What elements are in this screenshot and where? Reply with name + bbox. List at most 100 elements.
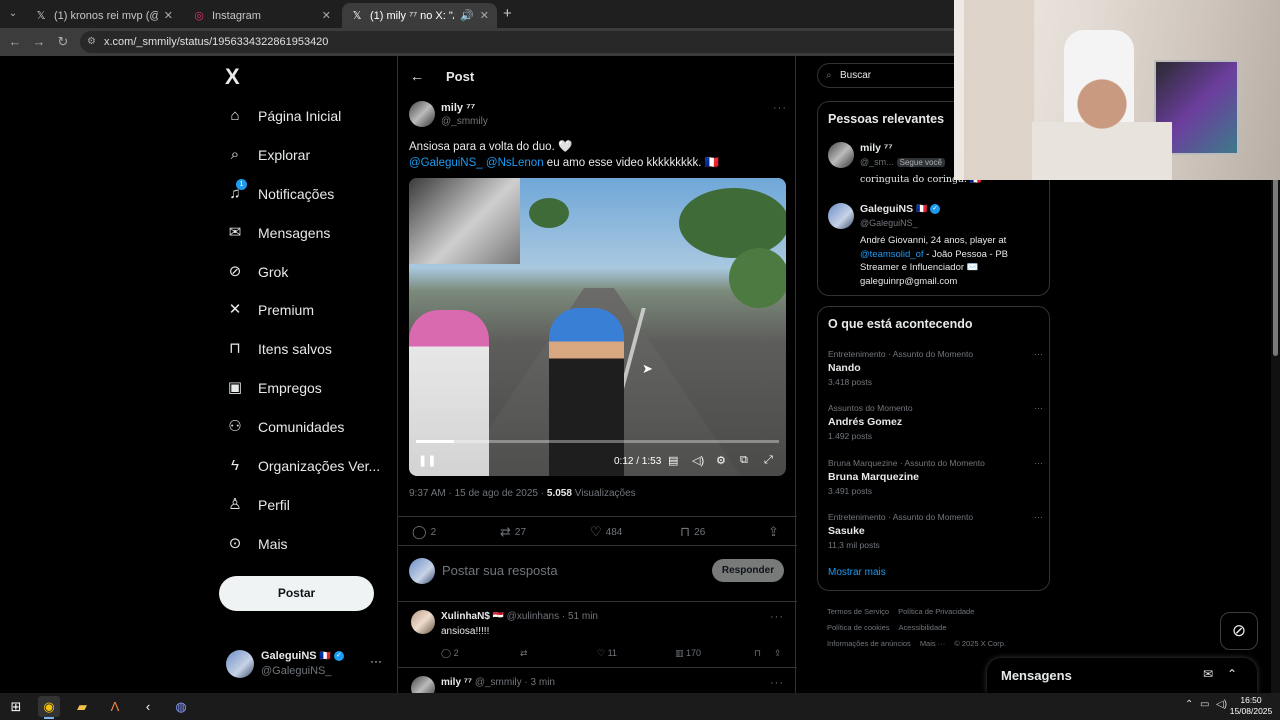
mention-link[interactable]: @NsLenon	[486, 157, 544, 169]
close-icon[interactable]: ✕	[322, 9, 331, 22]
avatar[interactable]	[409, 101, 435, 127]
repost-action[interactable]: ⇄ 27	[500, 524, 526, 540]
speaker-icon[interactable]: 🔊	[460, 9, 474, 22]
nav-explore[interactable]: ⌕ Explorar	[226, 140, 310, 170]
reply-item[interactable]: mily ⁷⁷ @_smmily · 3 min ···	[398, 668, 797, 693]
grok-button[interactable]: ⊘	[1220, 612, 1258, 650]
pip-icon[interactable]: ⧉	[740, 454, 748, 467]
windows-start-icon[interactable]: ⊞	[5, 696, 27, 717]
nav-more[interactable]: ⊙ Mais	[226, 529, 288, 559]
video-progress-bar[interactable]	[416, 440, 779, 443]
nav-home[interactable]: ⌂ Página Inicial	[226, 101, 341, 131]
reply-more-icon[interactable]: ···	[770, 677, 784, 689]
follows-you-badge: Segue você	[896, 158, 945, 167]
nav-jobs[interactable]: ▣ Empregos	[226, 373, 322, 403]
nav-communities[interactable]: ⚇ Comunidades	[226, 412, 344, 442]
like-action[interactable]: ♡ 484	[590, 524, 622, 540]
footer-link[interactable]: Termos de Serviço	[827, 607, 889, 616]
footer-link[interactable]: Informações de anúncios	[827, 639, 911, 648]
back-icon[interactable]: ←	[6, 33, 24, 51]
messages-drawer[interactable]: Mensagens ✉ ⌃	[987, 658, 1257, 693]
person-name[interactable]: mily ⁷⁷	[860, 142, 893, 154]
trend-item[interactable]: Assuntos do Momento Andrés Gomez 1.492 pos…	[828, 403, 1043, 441]
reply-repost-action[interactable]: ⇄	[520, 648, 528, 659]
nav-messages[interactable]: ✉ Mensagens	[226, 218, 331, 248]
reply-more-icon[interactable]: ···	[770, 611, 784, 623]
volume-icon[interactable]: ◁)	[692, 454, 704, 467]
video-player[interactable]: ❚❚ 0:12 / 1:53 ▤ ◁) ⚙ ⧉ ⤢	[409, 178, 786, 476]
close-icon[interactable]: ✕	[164, 9, 173, 22]
discord-icon[interactable]: ◍	[170, 696, 192, 717]
reply-author-name[interactable]: mily ⁷⁷	[441, 677, 472, 688]
tab-search-icon[interactable]: ⌄	[4, 5, 22, 23]
bookmark-action[interactable]: ⊓ 26	[680, 524, 705, 540]
file-explorer-icon[interactable]: ▰	[71, 696, 93, 717]
fullscreen-icon[interactable]: ⤢	[764, 454, 773, 467]
chrome-icon[interactable]: ◉	[38, 696, 60, 719]
reply-views-action[interactable]: ▥ 170	[675, 648, 701, 659]
volume-icon[interactable]: ◁)	[1216, 699, 1227, 710]
mention-link[interactable]: @teamsolid_of	[860, 249, 924, 260]
footer-link[interactable]: Acessibilidade	[899, 623, 947, 632]
taskbar-clock[interactable]: 16:50 15/08/2025	[1228, 695, 1274, 717]
forward-icon[interactable]: →	[30, 33, 48, 51]
nav-bookmarks[interactable]: ⊓ Itens salvos	[226, 334, 332, 364]
captions-icon[interactable]: ▤	[668, 454, 678, 467]
show-more-link[interactable]: Mostrar mais	[828, 567, 886, 578]
browser-tab-3[interactable]: 𝕏 (1) mily ⁷⁷ no X: "Ansiosa pa 🔊 ✕	[342, 3, 497, 28]
app-back-icon[interactable]: ‹	[137, 696, 159, 717]
settings-icon[interactable]: ⚙	[716, 454, 726, 467]
app-icon[interactable]: Ʌ	[104, 696, 126, 717]
avatar[interactable]	[411, 676, 435, 693]
trend-item[interactable]: Entretenimento · Assunto do Momento Nando…	[828, 349, 1043, 387]
more-icon[interactable]: ···	[370, 654, 382, 668]
site-info-icon[interactable]: ⚙	[87, 31, 96, 53]
trend-item[interactable]: Entretenimento · Assunto do Momento Sasuk…	[828, 512, 1043, 550]
reply-share-icon[interactable]: ⇪	[774, 648, 782, 659]
nav-verified-orgs[interactable]: ϟ Organizações Ver...	[226, 451, 380, 481]
expand-up-icon[interactable]: ⌃	[1227, 667, 1237, 681]
avatar[interactable]	[828, 203, 854, 229]
reload-icon[interactable]: ↻	[54, 33, 72, 51]
x-logo[interactable]: X	[225, 64, 240, 90]
reply-like-action[interactable]: ♡ 11	[597, 648, 617, 659]
footer-link[interactable]: Política de cookies	[827, 623, 890, 632]
close-icon[interactable]: ✕	[480, 9, 489, 22]
reply-bookmark-icon[interactable]: ⊓	[754, 648, 761, 659]
browser-tab-2[interactable]: ◎ Instagram ✕	[184, 3, 339, 28]
nav-grok[interactable]: ⊘ Grok	[226, 257, 289, 287]
trend-more-icon[interactable]: ···	[1034, 403, 1043, 413]
post-more-icon[interactable]: ···	[773, 102, 787, 114]
footer-link[interactable]: Mais ···	[920, 639, 945, 648]
trend-more-icon[interactable]: ···	[1034, 349, 1043, 359]
tray-chevron-icon[interactable]: ⌃	[1185, 699, 1193, 710]
nav-notifications[interactable]: ♫ 1 Notificações	[226, 179, 334, 209]
network-icon[interactable]: ▭	[1200, 699, 1209, 710]
reply-input[interactable]: Postar sua resposta	[442, 563, 558, 578]
reply-button[interactable]: Responder	[712, 559, 784, 582]
back-arrow-icon[interactable]: ←	[410, 68, 424, 84]
nav-premium[interactable]: ✕ Premium	[226, 295, 314, 325]
share-action[interactable]: ⇪	[768, 524, 779, 540]
pause-icon[interactable]: ❚❚	[418, 454, 436, 467]
reply-item[interactable]: XulinhaN$ 🇪🇬 @xulinhans · 51 min ansiosa…	[398, 602, 797, 668]
trend-item[interactable]: Bruna Marquezine · Assunto do Momento Bru…	[828, 458, 1043, 496]
person-name[interactable]: GaleguiNS	[860, 203, 913, 215]
mention-link[interactable]: @GaleguiNS_	[409, 157, 483, 169]
footer-link[interactable]: Política de Privacidade	[898, 607, 974, 616]
author-handle[interactable]: @_smmily	[441, 116, 488, 127]
reply-action[interactable]: ◯ 2	[412, 524, 436, 540]
avatar[interactable]	[828, 142, 854, 168]
avatar[interactable]	[411, 610, 435, 634]
new-tab-button[interactable]: +	[503, 5, 512, 22]
reply-author-name[interactable]: XulinhaN$	[441, 611, 490, 622]
reply-reply-action[interactable]: ◯ 2	[441, 648, 459, 659]
trend-more-icon[interactable]: ···	[1034, 512, 1043, 522]
post-button[interactable]: Postar	[219, 576, 374, 611]
author-name[interactable]: mily ⁷⁷	[441, 102, 475, 114]
nav-profile[interactable]: ♙ Perfil	[226, 490, 290, 520]
new-message-icon[interactable]: ✉	[1203, 667, 1213, 681]
trend-more-icon[interactable]: ···	[1034, 458, 1043, 468]
browser-tab-1[interactable]: 𝕏 (1) kronos rei mvp (@KronosxF ✕	[26, 3, 181, 28]
account-switcher[interactable]: GaleguiNS 🇫🇷 ✓ @GaleguiNS_ ···	[226, 646, 386, 680]
